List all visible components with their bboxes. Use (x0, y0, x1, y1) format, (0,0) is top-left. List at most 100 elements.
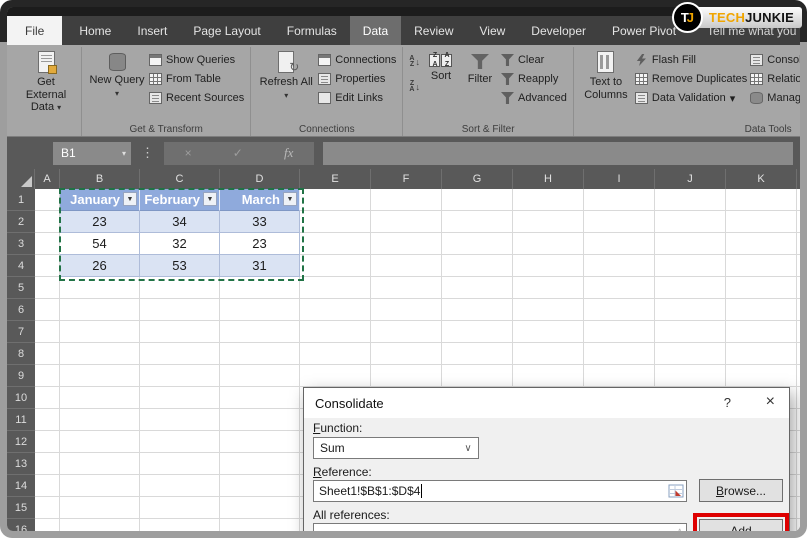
cell-B13[interactable] (60, 453, 140, 475)
cell-F5[interactable] (371, 277, 442, 299)
cell-K5[interactable] (726, 277, 797, 299)
cell-F4[interactable] (371, 255, 442, 277)
cell-E9[interactable] (300, 365, 371, 387)
filter-button-B[interactable]: ▼ (123, 192, 137, 206)
col-header-G[interactable]: G (442, 169, 513, 189)
row-header-15[interactable]: 15 (7, 497, 35, 519)
tab-file[interactable]: File (7, 16, 62, 45)
cell-G4[interactable] (442, 255, 513, 277)
reapply-button[interactable]: Reapply (501, 72, 567, 86)
cell-G1[interactable] (442, 189, 513, 211)
cell-I1[interactable] (584, 189, 655, 211)
cell-B11[interactable] (60, 409, 140, 431)
cell-K8[interactable] (726, 343, 797, 365)
tab-review[interactable]: Review (401, 16, 466, 45)
refresh-all-button[interactable]: Refresh All ▾ (257, 48, 315, 101)
row-header-9[interactable]: 9 (7, 365, 35, 387)
cell-B12[interactable] (60, 431, 140, 453)
name-box[interactable]: B1 ▾ (53, 142, 131, 165)
cell-E8[interactable] (300, 343, 371, 365)
cell-C8[interactable] (140, 343, 220, 365)
row-header-3[interactable]: 3 (7, 233, 35, 255)
text-to-columns-button[interactable]: Text to Columns (580, 48, 632, 101)
cell-A15[interactable] (35, 497, 60, 519)
cell-G7[interactable] (442, 321, 513, 343)
cell-A2[interactable] (35, 211, 60, 233)
cell-A8[interactable] (35, 343, 60, 365)
row-header-7[interactable]: 7 (7, 321, 35, 343)
cell-J5[interactable] (655, 277, 726, 299)
cell-I4[interactable] (584, 255, 655, 277)
remove-duplicates-button[interactable]: Remove Duplicates (635, 72, 747, 86)
cell-F3[interactable] (371, 233, 442, 255)
cell-G8[interactable] (442, 343, 513, 365)
all-references-listbox[interactable]: ∧ ∨ (313, 523, 687, 531)
col-header-C[interactable]: C (140, 169, 220, 189)
cell-H5[interactable] (513, 277, 584, 299)
cell-D15[interactable] (220, 497, 300, 519)
row-header-6[interactable]: 6 (7, 299, 35, 321)
data-validation-button[interactable]: Data Validation ▾ (635, 91, 747, 105)
cell-D6[interactable] (220, 299, 300, 321)
row-header-12[interactable]: 12 (7, 431, 35, 453)
cell-A3[interactable] (35, 233, 60, 255)
cell-C12[interactable] (140, 431, 220, 453)
cell-F1[interactable] (371, 189, 442, 211)
cell-A5[interactable] (35, 277, 60, 299)
tab-page-layout[interactable]: Page Layout (180, 16, 273, 45)
cell-H2[interactable] (513, 211, 584, 233)
sort-ascending-button[interactable]: AZ↓ (409, 54, 420, 70)
cell-K6[interactable] (726, 299, 797, 321)
edit-links-button[interactable]: Edit Links (318, 91, 396, 105)
cell-B9[interactable] (60, 365, 140, 387)
col-header-F[interactable]: F (371, 169, 442, 189)
cell-I8[interactable] (584, 343, 655, 365)
cell-J7[interactable] (655, 321, 726, 343)
connections-button[interactable]: Connections (318, 53, 396, 67)
cell-J9[interactable] (655, 365, 726, 387)
row-header-14[interactable]: 14 (7, 475, 35, 497)
range-select-icon[interactable] (668, 484, 684, 498)
cell-J8[interactable] (655, 343, 726, 365)
cell-D5[interactable] (220, 277, 300, 299)
col-header-B[interactable]: B (60, 169, 140, 189)
cell-K9[interactable] (726, 365, 797, 387)
formula-input[interactable] (323, 142, 793, 165)
dialog-close-icon[interactable]: × (766, 393, 775, 411)
cell-D14[interactable] (220, 475, 300, 497)
cell-G6[interactable] (442, 299, 513, 321)
cell-C7[interactable] (140, 321, 220, 343)
cell-G2[interactable] (442, 211, 513, 233)
cell-H3[interactable] (513, 233, 584, 255)
filter-button-C[interactable]: ▼ (203, 192, 217, 206)
cell-E1[interactable] (300, 189, 371, 211)
col-header-I[interactable]: I (584, 169, 655, 189)
tab-insert[interactable]: Insert (124, 16, 180, 45)
cell-D2[interactable]: 33 (220, 211, 300, 233)
cell-G9[interactable] (442, 365, 513, 387)
cell-A13[interactable] (35, 453, 60, 475)
cell-B14[interactable] (60, 475, 140, 497)
filter-button-D[interactable]: ▼ (283, 192, 297, 206)
cell-D9[interactable] (220, 365, 300, 387)
tab-formulas[interactable]: Formulas (274, 16, 350, 45)
cell-B4[interactable]: 26 (60, 255, 140, 277)
tab-developer[interactable]: Developer (518, 16, 599, 45)
cell-C13[interactable] (140, 453, 220, 475)
clear-button[interactable]: Clear (501, 53, 567, 67)
filter-button[interactable]: Filter (462, 48, 498, 86)
row-header-2[interactable]: 2 (7, 211, 35, 233)
row-header-4[interactable]: 4 (7, 255, 35, 277)
cell-I7[interactable] (584, 321, 655, 343)
col-header-H[interactable]: H (513, 169, 584, 189)
cell-I3[interactable] (584, 233, 655, 255)
cell-H7[interactable] (513, 321, 584, 343)
cell-C9[interactable] (140, 365, 220, 387)
cell-K7[interactable] (726, 321, 797, 343)
browse-button[interactable]: Browse... (699, 479, 783, 502)
cell-J1[interactable] (655, 189, 726, 211)
tab-data[interactable]: Data (350, 16, 401, 45)
cell-A6[interactable] (35, 299, 60, 321)
cell-D4[interactable]: 31 (220, 255, 300, 277)
cell-D1[interactable]: March▼ (220, 189, 300, 211)
